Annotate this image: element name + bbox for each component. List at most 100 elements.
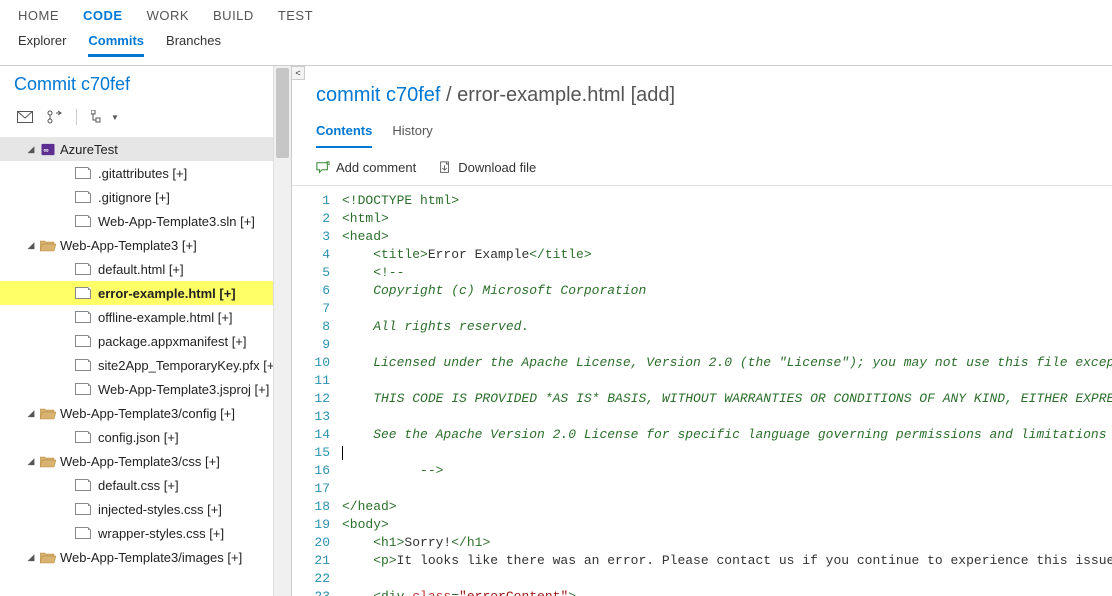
line-number: 17 [308, 480, 342, 498]
tree-file[interactable]: package.appxmanifest [+] [0, 329, 291, 353]
tree-folder[interactable]: ◢ Web-App-Template3 [+] [0, 233, 291, 257]
file-tab-history[interactable]: History [392, 119, 432, 148]
tree-folder[interactable]: ◢Web-App-Template3/images [+] [0, 545, 291, 569]
dropdown-caret-icon[interactable]: ▼ [111, 113, 119, 122]
tree-file[interactable]: .gitattributes [+] [0, 161, 291, 185]
file-tab-contents[interactable]: Contents [316, 119, 372, 148]
code-line: 3<head> [308, 228, 1112, 246]
mail-icon[interactable] [14, 107, 36, 127]
download-file-button[interactable]: Download file [438, 160, 536, 175]
tree-node-label: default.css [+] [98, 478, 179, 493]
tree-folder[interactable]: ◢ Web-App-Template3/css [+] [0, 449, 291, 473]
subhub-commits[interactable]: Commits [88, 33, 144, 57]
code-content [342, 444, 343, 462]
file-actions: + Add comment Download file [292, 148, 1112, 186]
expand-toggle-icon[interactable]: ◢ [26, 552, 36, 563]
file-tree[interactable]: ◢∞AzureTest .gitattributes [+] .gitignore … [0, 135, 291, 596]
subhub-explorer[interactable]: Explorer [18, 33, 66, 57]
code-line: 6 Copyright (c) Microsoft Corporation [308, 282, 1112, 300]
code-viewer[interactable]: 1<!DOCTYPE html>2<html>3<head>4 <title>E… [292, 186, 1112, 596]
file-tabs: Contents History [292, 119, 1112, 148]
tree-node-label: wrapper-styles.css [+] [98, 526, 224, 541]
subhub-branches[interactable]: Branches [166, 33, 221, 57]
hub-build[interactable]: BUILD [213, 8, 254, 23]
tree-folder[interactable]: ◢∞AzureTest [0, 137, 291, 161]
tree-folder[interactable]: ◢ Web-App-Template3/config [+] [0, 401, 291, 425]
code-content: <title>Error Example</title> [342, 246, 592, 264]
tree-node-label: package.appxmanifest [+] [98, 334, 247, 349]
code-line: 12 THIS CODE IS PROVIDED *AS IS* BASIS, … [308, 390, 1112, 408]
tree-file[interactable]: .gitignore [+] [0, 185, 291, 209]
tree-view-icon[interactable] [87, 107, 109, 127]
left-scrollbar[interactable] [273, 66, 291, 596]
line-number: 22 [308, 570, 342, 588]
code-line: 9 [308, 336, 1112, 354]
line-number: 19 [308, 516, 342, 534]
hub-work[interactable]: WORK [147, 8, 189, 23]
code-content: All rights reserved. [342, 318, 529, 336]
line-number: 6 [308, 282, 342, 300]
code-line: 1<!DOCTYPE html> [308, 192, 1112, 210]
code-content: <h1>Sorry!</h1> [342, 534, 490, 552]
expand-toggle-icon[interactable]: ◢ [26, 456, 36, 467]
tree-file[interactable]: offline-example.html [+] [0, 305, 291, 329]
code-line: 4 <title>Error Example</title> [308, 246, 1112, 264]
tree-file[interactable]: Web-App-Template3.jsproj [+] [0, 377, 291, 401]
hub-home[interactable]: HOME [18, 8, 59, 23]
tree-node-label: AzureTest [60, 142, 118, 157]
line-number: 9 [308, 336, 342, 354]
code-content: <html> [342, 210, 389, 228]
code-content: See the Apache Version 2.0 License for s… [342, 426, 1112, 444]
code-content: </head> [342, 498, 397, 516]
tree-file[interactable]: wrapper-styles.css [+] [0, 521, 291, 545]
request-review-icon[interactable] [44, 107, 66, 127]
code-line: 2<html> [308, 210, 1112, 228]
tree-file[interactable]: config.json [+] [0, 425, 291, 449]
tree-file[interactable]: default.html [+] [0, 257, 291, 281]
tree-node-label: Web-App-Template3.jsproj [+] [98, 382, 269, 397]
breadcrumb-commit-link[interactable]: commit c70fef [316, 84, 440, 106]
code-line: 7 [308, 300, 1112, 318]
download-file-label: Download file [458, 160, 536, 175]
code-content: THIS CODE IS PROVIDED *AS IS* BASIS, WIT… [342, 390, 1112, 408]
commit-explorer-panel: Commit c70fef ▼ ◢∞AzureTest.gitattribute… [0, 66, 292, 596]
expand-toggle-icon[interactable]: ◢ [26, 408, 36, 419]
code-line: 13 [308, 408, 1112, 426]
code-line: 18</head> [308, 498, 1112, 516]
code-content: <div class="errorContent"> [342, 588, 576, 596]
line-number: 3 [308, 228, 342, 246]
tree-file[interactable]: Web-App-Template3.sln [+] [0, 209, 291, 233]
line-number: 23 [308, 588, 342, 596]
code-content: <head> [342, 228, 389, 246]
line-number: 4 [308, 246, 342, 264]
tree-node-label: Web-App-Template3/config [+] [60, 406, 235, 421]
code-line: 21 <p>It looks like there was an error. … [308, 552, 1112, 570]
code-line: 17 [308, 480, 1112, 498]
tree-node-label: Web-App-Template3 [+] [60, 238, 197, 253]
tree-file[interactable]: site2App_TemporaryKey.pfx [+] [0, 353, 291, 377]
code-line: 15 [308, 444, 1112, 462]
line-number: 12 [308, 390, 342, 408]
line-number: 1 [308, 192, 342, 210]
code-content: <!DOCTYPE html> [342, 192, 459, 210]
code-content: <!-- [342, 264, 404, 282]
expand-toggle-icon[interactable]: ◢ [26, 240, 36, 251]
tree-node-label: .gitattributes [+] [98, 166, 187, 181]
expand-toggle-icon[interactable]: ◢ [26, 144, 36, 155]
svg-text:+: + [326, 161, 330, 165]
tree-node-label: Web-App-Template3/css [+] [60, 454, 220, 469]
hub-code[interactable]: CODE [83, 8, 123, 23]
scrollbar-thumb[interactable] [276, 68, 289, 158]
commit-toolbar: ▼ [0, 101, 291, 135]
collapse-left-panel-button[interactable]: < [292, 66, 305, 80]
line-number: 8 [308, 318, 342, 336]
tree-file[interactable]: injected-styles.css [+] [0, 497, 291, 521]
code-line: 23 <div class="errorContent"> [308, 588, 1112, 596]
add-comment-button[interactable]: + Add comment [316, 160, 416, 175]
code-line: 11 [308, 372, 1112, 390]
line-number: 20 [308, 534, 342, 552]
tree-file[interactable]: default.css [+] [0, 473, 291, 497]
tree-file[interactable]: error-example.html [+] [0, 281, 291, 305]
hub-test[interactable]: TEST [278, 8, 313, 23]
code-content: Copyright (c) Microsoft Corporation [342, 282, 646, 300]
